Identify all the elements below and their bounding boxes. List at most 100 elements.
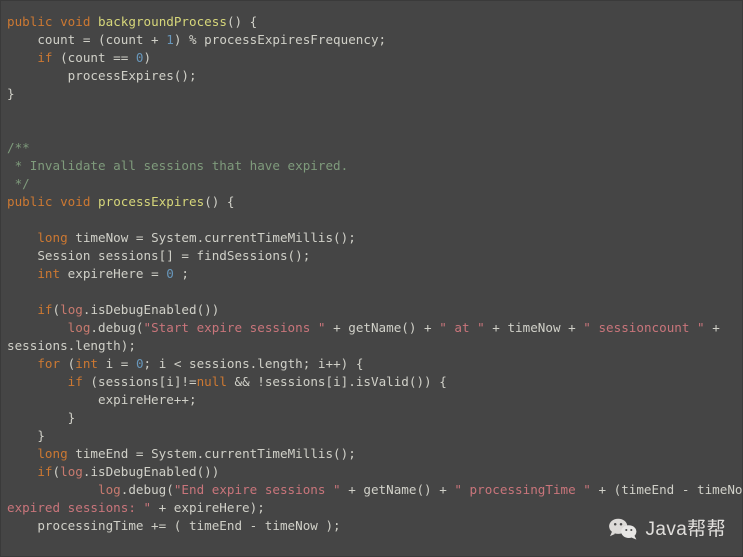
plain-token: + getName() + xyxy=(340,482,455,497)
keyword-token: if xyxy=(37,464,53,479)
plain-token: + xyxy=(704,320,720,335)
string-token: "Start expire sessions " xyxy=(143,320,326,335)
plain-token: } xyxy=(7,86,15,101)
string-token: " sessioncount " xyxy=(583,320,705,335)
code-line: if(log.isDebugEnabled()) xyxy=(7,463,742,481)
plain-token: .isDebugEnabled()) xyxy=(82,464,220,479)
comment-token: * Invalidate all sessions that have expi… xyxy=(7,158,349,173)
plain-token: timeNow = System.currentTimeMillis(); xyxy=(67,230,356,245)
keyword-token: void xyxy=(60,194,91,209)
plain-token: && !sessions[i].isValid()) { xyxy=(226,374,447,389)
code-line: int expireHere = 0 ; xyxy=(7,265,742,283)
field-token: log xyxy=(60,464,83,479)
watermark: Java帮帮 xyxy=(608,517,726,542)
plain-token: .debug( xyxy=(90,320,144,335)
plain-token: + getName() + xyxy=(325,320,440,335)
code-line: processExpires(); xyxy=(7,67,742,85)
plain-token: ( xyxy=(60,356,76,371)
java-code-block[interactable]: public void backgroundProcess() { count … xyxy=(1,5,743,556)
code-line: log.debug("Start expire sessions " + get… xyxy=(7,319,742,337)
keyword-token: if xyxy=(37,50,53,65)
watermark-label: Java帮帮 xyxy=(645,519,726,540)
plain-token: ( xyxy=(52,464,61,479)
code-line: } xyxy=(7,85,742,103)
plain-token: ; i < sessions.length; i++) { xyxy=(143,356,364,371)
code-line: long timeEnd = System.currentTimeMillis(… xyxy=(7,445,742,463)
method-name-token: backgroundProcess xyxy=(98,14,227,29)
code-editor-surface[interactable]: public void backgroundProcess() { count … xyxy=(1,1,743,556)
punctuation-token: () { xyxy=(226,14,258,29)
keyword-token: if xyxy=(67,374,83,389)
plain-token: expireHere = xyxy=(60,266,167,281)
plain-token: Session sessions[] = findSessions(); xyxy=(7,248,311,263)
plain-token: .isDebugEnabled()) xyxy=(82,302,220,317)
plain-token: (count == xyxy=(52,50,136,65)
comment-token: */ xyxy=(7,176,30,191)
plain-token: i = xyxy=(98,356,136,371)
code-line: } xyxy=(7,427,742,445)
code-line: Session sessions[] = findSessions(); xyxy=(7,247,742,265)
field-token: log xyxy=(60,302,83,317)
keyword-token: public xyxy=(7,194,53,209)
code-line: for (int i = 0; i < sessions.length; i++… xyxy=(7,355,742,373)
field-token: log xyxy=(98,482,121,497)
code-line: if(log.isDebugEnabled()) xyxy=(7,301,742,319)
code-line: * Invalidate all sessions that have expi… xyxy=(7,157,742,175)
plain-token: + expireHere); xyxy=(151,500,265,515)
code-line: expireHere++; xyxy=(7,391,742,409)
keyword-token: long xyxy=(37,446,68,461)
plain-token: processExpires(); xyxy=(7,68,197,83)
plain-token: } xyxy=(7,428,45,443)
string-token: " processingTime " xyxy=(454,482,591,497)
plain-token: sessions.length); xyxy=(7,338,136,353)
plain-token: + timeNow + xyxy=(484,320,584,335)
plain-token: (sessions[i]!= xyxy=(82,374,197,389)
code-line: sessions.length); xyxy=(7,337,742,355)
plain-token: ; xyxy=(173,266,190,281)
string-token: " at " xyxy=(439,320,485,335)
keyword-token: int xyxy=(75,356,99,371)
screenshot-root: public void backgroundProcess() { count … xyxy=(0,0,743,557)
plain-token: expireHere++; xyxy=(7,392,197,407)
keyword-token: null xyxy=(196,374,227,389)
plain-token: ) % processExpiresFrequency; xyxy=(173,32,387,47)
number-token: 0 xyxy=(135,356,144,371)
code-line: log.debug("End expire sessions " + getNa… xyxy=(7,481,743,499)
plain-token: } xyxy=(7,410,76,425)
comment-token: /** xyxy=(7,140,30,155)
code-line: */ xyxy=(7,175,742,193)
plain-token: timeEnd = System.currentTimeMillis(); xyxy=(67,446,356,461)
string-token: expired sessions: " xyxy=(7,500,152,515)
keyword-token: public xyxy=(7,14,53,29)
keyword-token: if xyxy=(37,302,53,317)
plain-token: + (timeEnd - timeNow) + xyxy=(598,482,743,497)
code-line: if (sessions[i]!=null && !sessions[i].is… xyxy=(7,373,742,391)
number-token: 0 xyxy=(166,266,174,281)
method-name-token: processExpires xyxy=(98,194,205,209)
code-line: /** xyxy=(7,139,742,157)
number-token: 0 xyxy=(135,50,144,65)
code-line: public void processExpires() { xyxy=(7,193,742,211)
code-line: if (count == 0) xyxy=(7,49,742,67)
wechat-icon xyxy=(608,517,638,542)
string-token: "End expire sessions " xyxy=(173,482,341,497)
code-line: long timeNow = System.currentTimeMillis(… xyxy=(7,229,742,247)
code-line: } xyxy=(7,409,742,427)
plain-token: ( xyxy=(52,302,61,317)
punctuation-token: () { xyxy=(204,194,235,209)
keyword-token: int xyxy=(37,266,61,281)
plain-token: processingTime += ( timeEnd - timeNow ); xyxy=(7,518,341,533)
